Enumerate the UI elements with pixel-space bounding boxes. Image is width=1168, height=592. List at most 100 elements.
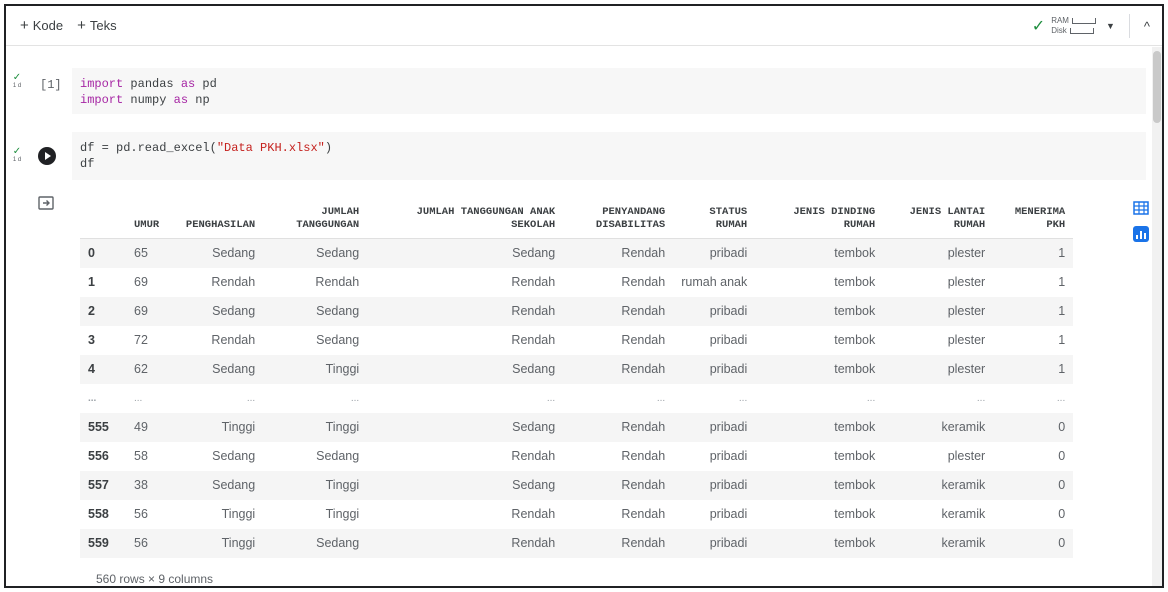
- cell-1-label[interactable]: [1]: [40, 78, 62, 92]
- table-cell: Rendah: [621, 507, 666, 521]
- table-cell: tembok: [834, 449, 876, 463]
- notebook-toolbar: + Kode + Teks ✓ RAM Disk ▼ ^: [6, 6, 1162, 46]
- table-cell: Rendah: [367, 528, 564, 558]
- cell-1-exec-status: ✓ 1 d: [10, 72, 24, 90]
- table-cell: Rendah: [563, 354, 674, 384]
- table-row: 3 72 Rendah Sedang Rendah Rendah pribadi tembok…: [80, 326, 1073, 355]
- cell-1-code-editor[interactable]: import pandas as pd import numpy as np: [72, 68, 1146, 114]
- table-cell: pribadi: [673, 238, 756, 268]
- index-header: [80, 200, 126, 239]
- table-cell: ...: [246, 392, 256, 404]
- column-header: JUMLAH TANGGUNGAN ANAK SEKOLAH: [367, 200, 564, 239]
- table-cell: Rendah: [563, 470, 674, 500]
- row-index: 2: [80, 296, 126, 326]
- table-cell: Sedang: [263, 296, 368, 326]
- add-code-button[interactable]: + Kode: [20, 18, 63, 33]
- table-cell: 62: [126, 354, 168, 384]
- column-header-line: DISABILITAS: [595, 219, 666, 231]
- table-cell: rumah anak: [681, 275, 748, 289]
- scrollbar[interactable]: [1152, 47, 1162, 586]
- table-cell: Tinggi: [167, 528, 264, 558]
- chevron-up-icon[interactable]: ^: [1144, 19, 1150, 34]
- table-cell: 1: [993, 354, 1074, 384]
- table-row: 1 69 Rendah Rendah Rendah Rendah rumah anak tem…: [80, 268, 1073, 297]
- check-icon: ✓: [12, 146, 22, 157]
- table-cell: Tinggi: [263, 354, 368, 384]
- row-index: 556: [88, 449, 109, 463]
- table-cell: Sedang: [263, 238, 368, 268]
- table-cell: tembok: [755, 412, 884, 442]
- chevron-down-icon[interactable]: ▼: [1106, 21, 1115, 31]
- column-header-line: SEKOLAH: [511, 219, 556, 231]
- code-line: df = pd.read_excel("Data PKH.xlsx"): [80, 141, 333, 155]
- disk-bar: [1069, 28, 1094, 34]
- table-cell: Sedang: [167, 354, 264, 384]
- table-cell: Sedang: [367, 470, 564, 500]
- table-cell: 56: [134, 507, 148, 521]
- table-cell: Rendah: [621, 449, 666, 463]
- table-cell: ...: [656, 392, 666, 404]
- table-cell: ...: [134, 392, 143, 404]
- table-cell: keramik: [883, 412, 994, 442]
- table-cell: 69: [134, 275, 148, 289]
- table-cell: tembok: [755, 528, 884, 558]
- table-cell: ...: [738, 392, 748, 404]
- table-cell: Tinggi: [263, 412, 368, 442]
- notebook-window: + Kode + Teks ✓ RAM Disk ▼ ^ ✓ 1 d [1] i…: [4, 4, 1164, 588]
- output-icon[interactable]: [38, 196, 54, 210]
- column-header: PENYANDANG DISABILITAS: [563, 200, 674, 239]
- table-cell: tembok: [834, 275, 876, 289]
- table-cell: 0: [1058, 449, 1066, 463]
- disk-label: Disk: [1051, 26, 1067, 35]
- ram-label: RAM: [1051, 16, 1069, 25]
- chart-icon[interactable]: [1133, 226, 1149, 242]
- table-cell: pribadi: [709, 449, 748, 463]
- table-cell: Rendah: [211, 275, 256, 289]
- table-cell: 0: [993, 528, 1074, 558]
- table-cell: keramik: [883, 528, 994, 558]
- row-index: 557: [80, 470, 126, 500]
- table-row: ..............................: [80, 384, 1073, 413]
- table-cell: 56: [126, 528, 168, 558]
- table-cell: Sedang: [167, 238, 264, 268]
- table-cell: pribadi: [673, 470, 756, 500]
- add-code-label: Kode: [32, 18, 64, 33]
- table-cell: ...: [350, 392, 360, 404]
- table-cell: Rendah: [511, 449, 556, 463]
- run-cell-button[interactable]: [38, 147, 56, 165]
- code-line: import numpy as np: [80, 93, 210, 107]
- table-cell: 1: [1058, 275, 1066, 289]
- column-header-line: JUMLAH TANGGUNGAN ANAK: [416, 206, 556, 218]
- column-header-line: PENYANDANG: [602, 206, 666, 218]
- table-icon[interactable]: [1133, 200, 1149, 216]
- code-line: import pandas as pd: [80, 77, 217, 91]
- table-cell: ...: [976, 392, 986, 404]
- plus-icon: +: [77, 17, 86, 34]
- column-header-line: RUMAH: [715, 219, 748, 231]
- resource-indicator[interactable]: RAM Disk: [1051, 16, 1096, 36]
- table-cell: Sedang: [316, 449, 360, 463]
- table-cell: Rendah: [563, 238, 674, 268]
- column-header-line: PENGHASILAN: [185, 219, 256, 231]
- cell-2-code-editor[interactable]: df = pd.read_excel("Data PKH.xlsx") df: [72, 132, 1146, 180]
- table-cell: Rendah: [563, 296, 674, 326]
- table-cell: tembok: [834, 333, 876, 347]
- column-header: JENIS LANTAI RUMAH: [883, 200, 994, 239]
- cell-2-exec-status: ✓ 1 d: [10, 146, 24, 164]
- table-cell: plester: [883, 296, 994, 326]
- table-cell: keramik: [883, 470, 994, 500]
- add-text-button[interactable]: + Teks: [77, 18, 117, 33]
- dataframe-actions: [1133, 200, 1149, 242]
- table-row: 2 69 Sedang Sedang Rendah Rendah pribadi tembok…: [80, 296, 1074, 326]
- check-icon: ✓: [1031, 18, 1046, 35]
- table-cell: Rendah: [315, 275, 360, 289]
- check-icon: ✓: [12, 72, 22, 83]
- scrollbar-thumb[interactable]: [1153, 51, 1161, 123]
- column-header: STATUS RUMAH: [673, 200, 756, 239]
- row-index: 555: [80, 412, 126, 442]
- table-row: 556 58 Sedang Sedang Rendah Rendah pribadi temb…: [80, 442, 1073, 471]
- column-header-line: JUMLAH: [321, 206, 360, 218]
- table-cell: Sedang: [167, 470, 264, 500]
- column-header-line: PKH: [1046, 219, 1066, 231]
- table-cell: tembok: [755, 238, 884, 268]
